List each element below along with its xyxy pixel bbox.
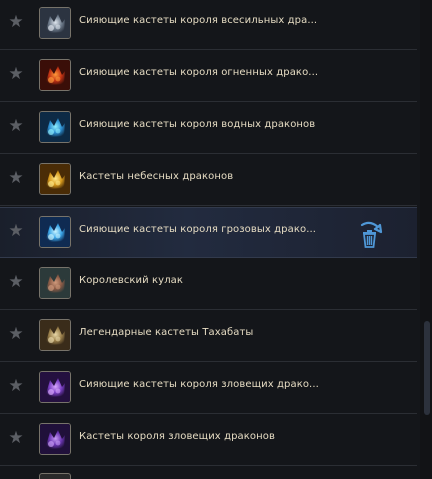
favorite-star-icon[interactable]: ★ (7, 429, 25, 447)
silver-dragon-knuckles-icon (39, 7, 71, 39)
favorite-star-icon[interactable]: ★ (7, 169, 25, 187)
list-item[interactable]: ★ Сияющие кастеты короля водных драконов (0, 103, 417, 154)
favorite-star-icon[interactable]: ★ (7, 117, 25, 135)
item-thumbnail-partial (39, 473, 71, 479)
list-item[interactable]: ★ Королевский кулак (0, 259, 417, 310)
item-list: ★ Сияющие кастеты короля всесильных дра.… (0, 0, 432, 479)
water-dragon-knuckles-icon (39, 111, 71, 143)
favorite-star-icon[interactable]: ★ (7, 273, 25, 291)
list-item[interactable]: ★ Сияющие кастеты короля грозовых драко.… (0, 207, 417, 258)
storm-dragon-knuckles-icon (39, 216, 71, 248)
item-name: Сияющие кастеты короля огненных драко... (79, 67, 319, 78)
item-name: Сияющие кастеты короля всесильных дра... (79, 15, 318, 26)
favorite-star-icon[interactable]: ★ (7, 377, 25, 395)
item-name: Кастеты небесных драконов (79, 171, 234, 182)
list-item[interactable]: ★ Сияющие кастеты короля зловещих драко.… (0, 363, 417, 414)
fire-dragon-knuckles-icon (39, 59, 71, 91)
favorite-star-icon[interactable]: ★ (7, 65, 25, 83)
item-name: Королевский кулак (79, 275, 184, 286)
item-name: Сияющие кастеты короля грозовых драко... (79, 224, 317, 235)
scrollbar-thumb[interactable] (424, 321, 430, 415)
sinister-dragon-knuckles-icon (39, 371, 71, 403)
delete-trash-icon[interactable] (354, 219, 384, 249)
favorite-star-icon[interactable]: ★ (7, 222, 25, 240)
list-item[interactable]: ★ Сияющие кастеты короля огненных драко.… (0, 51, 417, 102)
sky-dragon-knuckles-icon (39, 163, 71, 195)
item-name: Сияющие кастеты короля зловещих драко... (79, 379, 319, 390)
item-name: Кастеты короля зловещих драконов (79, 431, 275, 442)
list-item[interactable]: ★ Кастеты небесных драконов (0, 155, 417, 206)
item-name: Сияющие кастеты короля водных драконов (79, 119, 316, 130)
favorite-star-icon[interactable]: ★ (7, 13, 25, 31)
tahabata-knuckles-icon (39, 319, 71, 351)
favorite-star-icon[interactable]: ★ (7, 325, 25, 343)
royal-fist-icon (39, 267, 71, 299)
list-item[interactable]: ★ Кастеты короля зловещих драконов (0, 415, 417, 466)
sinister-dragon-knuckles-icon (39, 423, 71, 455)
list-item[interactable]: ★ Сияющие кастеты короля всесильных дра.… (0, 0, 417, 50)
item-name: Легендарные кастеты Тахабаты (79, 327, 254, 338)
list-item[interactable]: ★ Легендарные кастеты Тахабаты (0, 311, 417, 362)
